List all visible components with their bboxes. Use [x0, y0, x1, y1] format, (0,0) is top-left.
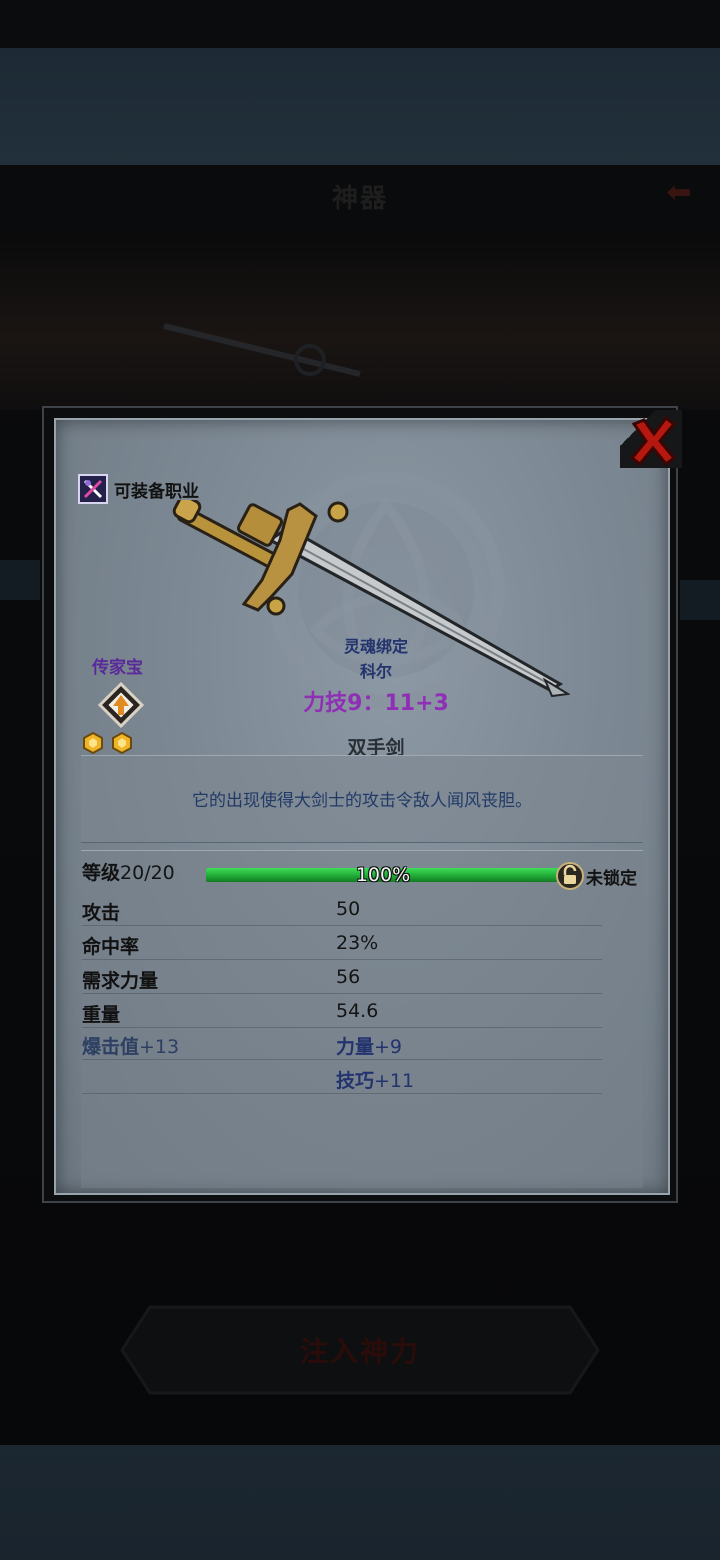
bonus-row-dex: 技巧+11 — [82, 1060, 602, 1094]
bonus-strength-value: +9 — [374, 1036, 403, 1058]
lock-label: 未锁定 — [586, 868, 637, 889]
lock-toggle[interactable]: 未锁定 — [556, 862, 637, 890]
bonus-row-crit-str: 爆击值+13 力量+9 — [82, 1026, 602, 1060]
gold-gem-icon — [112, 732, 132, 754]
description-box: 它的出现使得大剑士的攻击令敌人闻风丧胆。 — [81, 755, 643, 843]
bonus-dexterity-value: +11 — [374, 1070, 415, 1092]
crossed-weapons-icon — [78, 474, 108, 504]
soul-bound-label: 灵魂绑定 — [343, 637, 408, 656]
item-description: 它的出现使得大剑士的攻击令敌人闻风丧胆。 — [192, 791, 532, 811]
stat-row-hit-rate: 命中率 23% — [82, 926, 602, 960]
bonus-crit-value: +13 — [139, 1036, 180, 1058]
stat-name: 需求力量 — [82, 970, 159, 992]
background-title: 神器 — [331, 184, 388, 214]
level-progress-text: 100% — [355, 864, 411, 886]
bonus-dexterity-name: 技巧 — [336, 1070, 375, 1092]
background-side-tab-left — [0, 560, 40, 600]
modal-panel: 可装备职业 传家宝 灵魂绑定 科尔 力技9：11+3 双手剑 它的出现使得大剑士… — [54, 418, 670, 1195]
heirloom-upgrade-icon[interactable] — [98, 682, 144, 728]
level-label: 等级 — [82, 862, 121, 884]
stat-row-attack: 攻击 50 — [82, 892, 602, 926]
stat-value: 56 — [336, 966, 361, 988]
equip-class-label: 可装备职业 — [114, 481, 199, 502]
gold-gem-icon — [83, 732, 103, 754]
bonus-crit-name: 爆击值 — [82, 1036, 140, 1058]
background-side-tab-right — [680, 580, 720, 620]
padlock-icon — [556, 862, 584, 890]
item-detail-modal: 可装备职业 传家宝 灵魂绑定 科尔 力技9：11+3 双手剑 它的出现使得大剑士… — [42, 406, 682, 1203]
stat-row-strength-req: 需求力量 56 — [82, 960, 602, 994]
background-back-icon: ⬅ — [666, 175, 692, 210]
stat-row-weight: 重量 54.6 — [82, 994, 602, 1028]
stat-name: 重量 — [82, 1004, 121, 1026]
bonus-crit: 爆击值+13 — [82, 1032, 179, 1059]
level-value: 20/20 — [120, 862, 175, 884]
bonus-strength-name: 力量 — [336, 1036, 375, 1058]
stat-name: 攻击 — [82, 902, 121, 924]
heirloom-label: 传家宝 — [92, 658, 143, 678]
soul-bound-owner: 科尔 — [359, 662, 392, 681]
bonus-dexterity: 技巧+11 — [336, 1066, 414, 1093]
stat-value: 50 — [336, 898, 361, 920]
stat-value: 54.6 — [336, 1000, 379, 1022]
stat-value: 23% — [336, 932, 379, 954]
screen: 神器 ⬅ 注入神力 可装备职业 传家宝 灵魂绑定 科尔 力技9：11+3 双手剑… — [0, 0, 720, 1560]
background-weapon-image — [163, 323, 361, 377]
stat-scaling: 力技9：11+3 — [303, 691, 449, 716]
stat-name: 命中率 — [82, 936, 140, 958]
bonus-strength: 力量+9 — [336, 1032, 402, 1059]
level-row: 等级20/20 — [82, 858, 175, 885]
background-inject-label: 注入神力 — [299, 1335, 420, 1368]
close-x-icon[interactable] — [626, 414, 680, 468]
